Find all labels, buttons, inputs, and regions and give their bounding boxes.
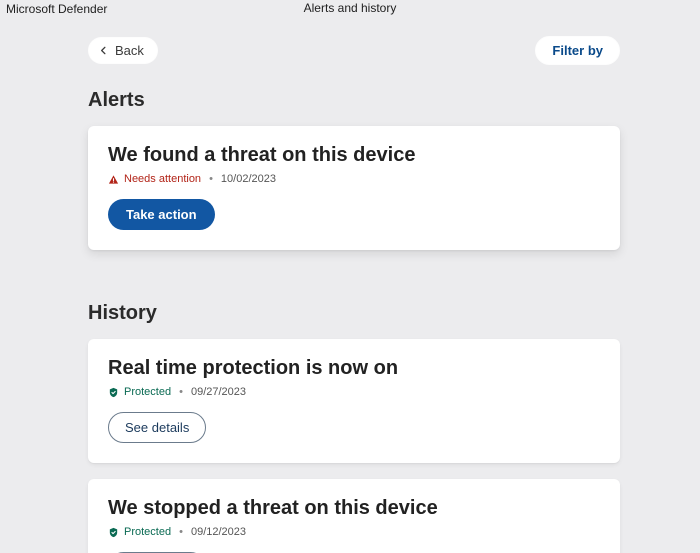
- filter-button[interactable]: Filter by: [535, 36, 620, 65]
- back-button[interactable]: Back: [88, 37, 158, 64]
- history-date: 09/27/2023: [191, 386, 246, 398]
- shield-check-icon: [108, 387, 119, 398]
- alert-title: We found a threat on this device: [108, 144, 600, 167]
- history-card: We stopped a threat on this device Prote…: [88, 479, 620, 553]
- history-date: 09/12/2023: [191, 526, 246, 538]
- chevron-left-icon: [98, 45, 109, 56]
- shield-check-icon: [108, 527, 119, 538]
- status-label: Protected: [124, 526, 171, 538]
- status-protected: Protected: [108, 526, 171, 538]
- history-title: We stopped a threat on this device: [108, 497, 600, 520]
- status-label: Protected: [124, 386, 171, 398]
- history-title: Real time protection is now on: [108, 357, 600, 380]
- status-protected: Protected: [108, 386, 171, 398]
- status-label: Needs attention: [124, 173, 201, 185]
- take-action-button[interactable]: Take action: [108, 199, 215, 230]
- separator-dot: •: [179, 386, 183, 398]
- history-section-title: History: [88, 302, 620, 325]
- alert-card: We found a threat on this device Needs a…: [88, 126, 620, 250]
- separator-dot: •: [209, 173, 213, 185]
- filter-label: Filter by: [552, 43, 603, 58]
- app-name: Microsoft Defender: [6, 2, 107, 16]
- warning-triangle-icon: [108, 174, 119, 185]
- separator-dot: •: [179, 526, 183, 538]
- back-label: Back: [115, 43, 144, 58]
- alerts-section-title: Alerts: [88, 89, 620, 112]
- history-card: Real time protection is now on Protected…: [88, 339, 620, 463]
- status-needs-attention: Needs attention: [108, 173, 201, 185]
- alert-date: 10/02/2023: [221, 173, 276, 185]
- page-title: Alerts and history: [304, 1, 397, 15]
- see-details-button[interactable]: See details: [108, 412, 206, 443]
